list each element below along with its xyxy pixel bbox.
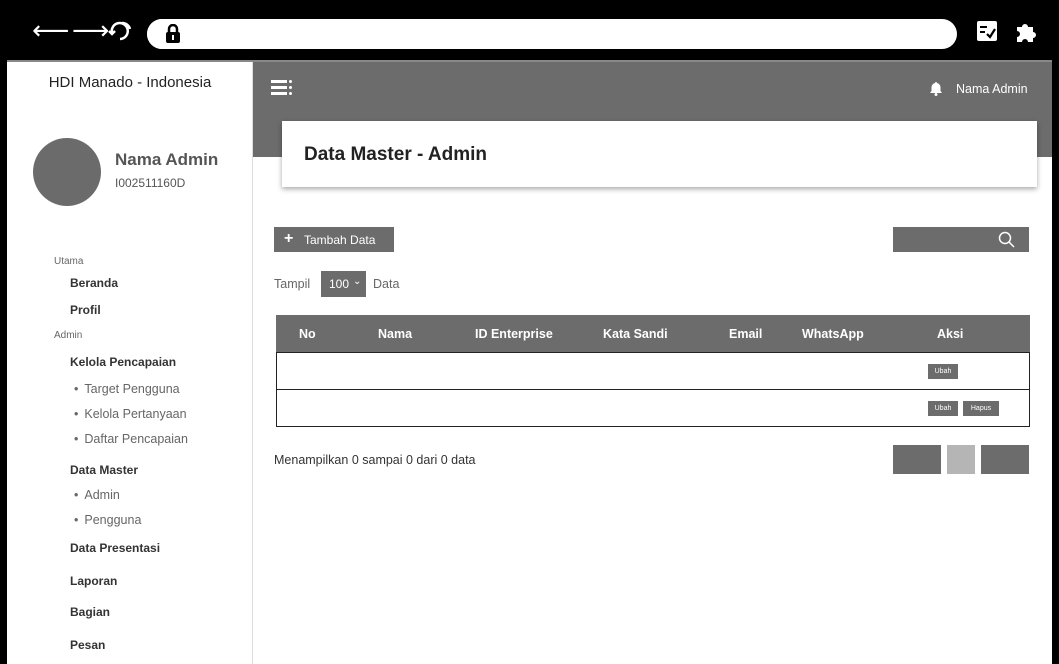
search-input[interactable] <box>893 227 1029 252</box>
browser-toolbar: ⟵ ⟶ ☆ <box>0 0 1059 62</box>
pagination-next-button[interactable] <box>981 445 1029 474</box>
header-user-name[interactable]: Nama Admin <box>956 82 1028 96</box>
sidebar-section-main: Utama <box>54 256 84 267</box>
chevron-down-icon: ⌄ <box>353 276 362 287</box>
sidebar-item-pesan[interactable]: Pesan <box>70 638 105 652</box>
sidebar-user-name: Nama Admin <box>115 150 219 169</box>
entries-per-page-value: 100 <box>329 277 350 291</box>
sidebar-item-bagian[interactable]: Bagian <box>70 605 110 619</box>
menu-icon[interactable] <box>271 80 292 96</box>
edit-button[interactable]: Ubah <box>928 401 958 416</box>
column-header-whatsapp: WhatsApp <box>802 327 864 341</box>
sidebar: HDI Manado - Indonesia Nama Admin I00251… <box>7 62 253 664</box>
sidebar-section-admin: Admin <box>54 330 83 341</box>
puzzle-icon[interactable] <box>1014 20 1038 49</box>
entries-per-page-select[interactable]: 100 ⌄ <box>321 271 366 297</box>
column-header-email: Email <box>729 327 763 341</box>
sidebar-user-id: I002511160D <box>115 176 186 190</box>
address-bar[interactable] <box>147 19 957 49</box>
plus-icon: + <box>284 230 294 247</box>
arrow-right-icon[interactable]: ⟶ <box>72 18 109 44</box>
pagination-previous-button[interactable] <box>893 445 941 474</box>
add-data-button[interactable]: + Tambah Data <box>274 227 394 252</box>
sidebar-item-data-master[interactable]: Data Master <box>70 463 138 477</box>
sidebar-subitem-kelola-pertanyaan[interactable]: Kelola Pertanyaan <box>74 407 186 421</box>
sidebar-item-laporan[interactable]: Laporan <box>70 574 117 588</box>
reading-list-icon[interactable] <box>976 20 998 47</box>
table-header: No Nama ID Enterprise Kata Sandi Email W… <box>276 315 1030 352</box>
column-header-no: No <box>299 327 316 341</box>
sidebar-subitem-pengguna[interactable]: Pengguna <box>74 513 141 527</box>
column-header-kata-sandi: Kata Sandi <box>603 327 668 341</box>
column-header-aksi: Aksi <box>937 327 964 341</box>
sidebar-item-data-presentasi[interactable]: Data Presentasi <box>70 541 160 555</box>
pagination-page-button[interactable] <box>947 445 975 474</box>
table-row: Ubah <box>276 352 1030 390</box>
avatar <box>33 138 101 206</box>
sidebar-subitem-admin[interactable]: Admin <box>74 488 119 502</box>
sidebar-subitem-target-pengguna[interactable]: Target Pengguna <box>74 382 179 396</box>
add-data-label: Tambah Data <box>304 233 376 247</box>
sidebar-item-profil[interactable]: Profil <box>70 303 101 317</box>
page-title-card: Data Master - Admin <box>282 121 1037 187</box>
data-label: Data <box>373 277 400 291</box>
column-header-id-enterprise: ID Enterprise <box>475 327 553 341</box>
column-header-nama: Nama <box>378 327 413 341</box>
sidebar-item-beranda[interactable]: Beranda <box>70 276 118 290</box>
star-icon[interactable]: ☆ <box>916 18 939 44</box>
bell-icon[interactable] <box>929 81 943 101</box>
page-title: Data Master - Admin <box>304 144 487 165</box>
edit-button[interactable]: Ubah <box>928 364 958 379</box>
table-row: Ubah Hapus <box>276 389 1030 427</box>
search-icon <box>998 231 1015 248</box>
show-entries-label: Tampil <box>274 277 311 291</box>
sidebar-subitem-daftar-pencapaian[interactable]: Daftar Pencapaian <box>74 432 188 446</box>
brand-name: HDI Manado - Indonesia <box>48 74 212 91</box>
open-external-icon[interactable] <box>876 20 898 47</box>
lock-icon[interactable] <box>147 19 199 49</box>
table-info-text: Menampilkan 0 sampai 0 dari 0 data <box>274 453 476 467</box>
delete-button[interactable]: Hapus <box>963 401 999 416</box>
reload-icon[interactable] <box>108 19 134 48</box>
sidebar-item-kelola-pencapaian[interactable]: Kelola Pencapaian <box>70 355 176 369</box>
arrow-left-icon[interactable]: ⟵ <box>32 18 69 44</box>
